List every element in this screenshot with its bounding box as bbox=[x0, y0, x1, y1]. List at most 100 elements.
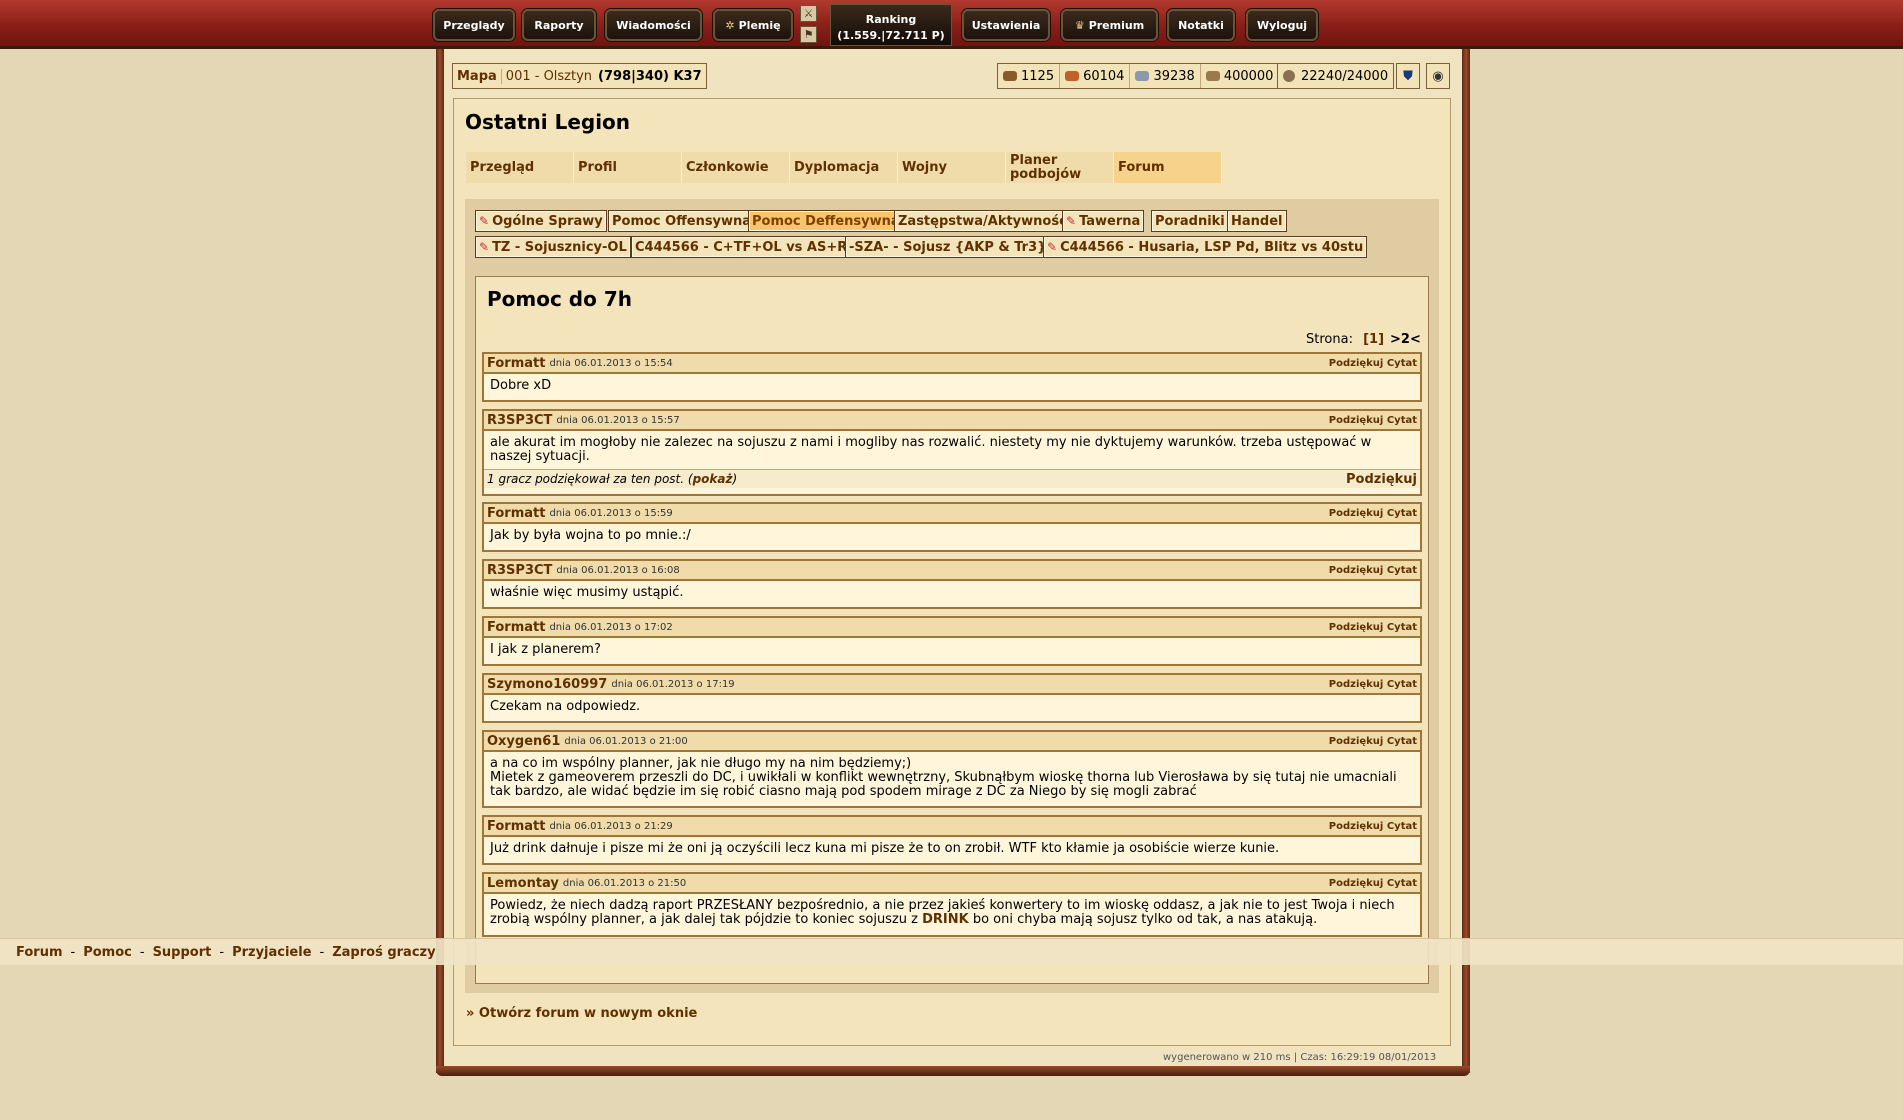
post-actions[interactable]: Podziękuj Cytat bbox=[1329, 358, 1417, 369]
tab-wars[interactable]: Wojny bbox=[898, 152, 1006, 183]
board-tz-allies[interactable]: ✎ TZ - Sojusznicy-OL bbox=[475, 236, 631, 258]
post-line: a na co im wspólny planner, jak nie dług… bbox=[490, 756, 912, 771]
map-link[interactable]: Mapa bbox=[457, 68, 502, 84]
open-forum-new-window-link[interactable]: » Otwórz forum w nowym oknie bbox=[466, 1006, 697, 1021]
footer-help-link[interactable]: Pomoc bbox=[83, 945, 132, 960]
settings-button[interactable]: Ustawienia bbox=[962, 9, 1050, 41]
footer-invite-link[interactable]: Zaproś graczy bbox=[332, 945, 435, 960]
post-body: Powiedz, że niech dadzą raport PRZESŁANY… bbox=[484, 894, 1420, 932]
post-actions[interactable]: Podziękuj Cytat bbox=[1329, 878, 1417, 889]
post-author[interactable]: R3SP3CT bbox=[487, 563, 552, 578]
premium-button[interactable]: ♛ Premium bbox=[1061, 9, 1158, 41]
board-guides[interactable]: Poradniki bbox=[1151, 210, 1229, 232]
post-header: R3SP3CT dnia 06.01.2013 o 15:57 Podziękuj … bbox=[484, 411, 1420, 431]
footer-separator: - bbox=[319, 944, 325, 960]
post-date: dnia 06.01.2013 o 17:19 bbox=[611, 678, 735, 690]
village-coords: (798|340) K37 bbox=[598, 68, 702, 84]
forum-post: Szymono160997 dnia 06.01.2013 o 17:19 Podz… bbox=[482, 673, 1422, 723]
thank-button[interactable]: Podziękuj bbox=[1346, 472, 1417, 487]
post-author[interactable]: Formatt bbox=[487, 620, 545, 635]
pagination: Strona: [1] >2< bbox=[1306, 332, 1421, 347]
tribe-title: Ostatni Legion bbox=[465, 110, 631, 134]
footer-separator: - bbox=[70, 944, 76, 960]
post-header: R3SP3CT dnia 06.01.2013 o 16:08 Podziękuj … bbox=[484, 561, 1420, 581]
overviews-button[interactable]: Przeglądy bbox=[433, 9, 515, 41]
post-header: Formatt dnia 06.01.2013 o 15:59 Podziękuj … bbox=[484, 504, 1420, 524]
reports-button[interactable]: Raporty bbox=[522, 9, 596, 41]
board-label: Tawerna bbox=[1079, 213, 1141, 229]
post-author[interactable]: Lemontay bbox=[487, 876, 559, 891]
board-offensive-help[interactable]: Pomoc Offensywna bbox=[608, 210, 756, 232]
footer-separator: - bbox=[139, 944, 145, 960]
shield-icon[interactable]: ⛊ bbox=[1396, 63, 1420, 89]
board-general[interactable]: ✎ Ogólne Sprawy bbox=[475, 210, 607, 232]
post-author[interactable]: Oxygen61 bbox=[487, 734, 560, 749]
ranking-button[interactable]: Ranking (1.559.|72.711 P) bbox=[830, 4, 952, 46]
post-author[interactable]: Formatt bbox=[487, 506, 545, 521]
tab-diplomacy[interactable]: Dyplomacja bbox=[790, 152, 898, 183]
post-author[interactable]: Formatt bbox=[487, 356, 545, 371]
board-label: Poradniki bbox=[1155, 213, 1225, 229]
board-label: Pomoc Offensywna bbox=[612, 213, 752, 229]
board-label: -SZA- - Sojusz {AKP & Tr3} bbox=[849, 239, 1047, 255]
tab-overview[interactable]: Przegląd bbox=[466, 152, 574, 183]
board-tavern[interactable]: ✎ Tawerna bbox=[1062, 210, 1145, 232]
thread-title: Pomoc do 7h bbox=[487, 287, 632, 311]
post-body: Jak by była wojna to po mnie.:/ bbox=[490, 528, 691, 543]
new-posts-icon: ✎ bbox=[1047, 240, 1058, 254]
farm-icon bbox=[1283, 70, 1295, 82]
board-c444566-a[interactable]: C444566 - C+TF+OL vs AS+R bbox=[631, 236, 852, 258]
messages-button[interactable]: Wiadomości bbox=[605, 9, 702, 41]
post-author[interactable]: Formatt bbox=[487, 819, 545, 834]
footer-support-link[interactable]: Support bbox=[153, 945, 212, 960]
tab-members[interactable]: Członkowie bbox=[682, 152, 790, 183]
notes-button[interactable]: Notatki bbox=[1167, 9, 1235, 41]
tab-conquest-planner[interactable]: Planer podbojów bbox=[1006, 152, 1114, 183]
premium-icon: ♛ bbox=[1074, 18, 1085, 32]
messages-label: Wiadomości bbox=[616, 18, 691, 32]
village-name-link[interactable]: 001 - Olsztyn bbox=[506, 69, 592, 84]
tribe-button[interactable]: ✲ Plemię bbox=[713, 9, 793, 41]
post-line: Mietek z gameoverem przeszli do DC, i uw… bbox=[490, 770, 1397, 799]
forum-post: R3SP3CT dnia 06.01.2013 o 16:08 Podziękuj … bbox=[482, 559, 1422, 609]
post-actions[interactable]: Podziękuj Cytat bbox=[1329, 679, 1417, 690]
post-body: właśnie więc musimy ustąpić. bbox=[490, 585, 684, 600]
post-actions[interactable]: Podziękuj Cytat bbox=[1329, 622, 1417, 633]
settings-label: Ustawienia bbox=[971, 18, 1041, 32]
board-defensive-help[interactable]: Pomoc Deffensywna bbox=[748, 210, 904, 232]
generation-info: wygenerowano w 210 ms | Czas: 16:29:19 0… bbox=[1163, 1052, 1437, 1063]
support-icon[interactable]: ⚑ bbox=[800, 26, 817, 43]
show-thanks-link[interactable]: pokaż bbox=[693, 472, 733, 486]
farm-population: 22240/24000 bbox=[1277, 63, 1395, 89]
tribe-link[interactable]: DRINK bbox=[922, 912, 969, 927]
forum-post: Formatt dnia 06.01.2013 o 21:29 Podziękuj … bbox=[482, 815, 1422, 865]
post-actions[interactable]: Podziękuj Cytat bbox=[1329, 508, 1417, 519]
post-actions[interactable]: Podziękuj Cytat bbox=[1329, 821, 1417, 832]
avatar-icon[interactable]: ◉ bbox=[1426, 63, 1450, 89]
post-author[interactable]: Szymono160997 bbox=[487, 677, 607, 692]
post-thanks-row: 1 gracz podziękował za ten post. (pokaż)… bbox=[484, 469, 1420, 488]
board-label: TZ - Sojusznicy-OL bbox=[492, 239, 627, 255]
board-c444566-b[interactable]: ✎ C444566 - Husaria, LSP Pd, Blitz vs 40s… bbox=[1043, 236, 1368, 258]
post-body: Już drink dałnuje i pisze mi że oni ją o… bbox=[490, 841, 1280, 856]
board-sza[interactable]: -SZA- - Sojusz {AKP & Tr3} bbox=[845, 236, 1051, 258]
tab-profile[interactable]: Profil bbox=[574, 152, 682, 183]
board-trade[interactable]: Handel bbox=[1227, 210, 1287, 232]
farm-amount: 22240/24000 bbox=[1301, 68, 1389, 84]
pager-next-page[interactable]: >2< bbox=[1390, 332, 1421, 347]
post-actions[interactable]: Podziękuj Cytat bbox=[1329, 736, 1417, 747]
footer-friends-link[interactable]: Przyjaciele bbox=[232, 945, 311, 960]
tab-forum[interactable]: Forum bbox=[1114, 152, 1222, 183]
frame-left bbox=[436, 49, 444, 1073]
attack-icon[interactable]: ⚔ bbox=[800, 5, 817, 22]
forum-post: Formatt dnia 06.01.2013 o 15:59 Podziękuj … bbox=[482, 502, 1422, 552]
post-actions[interactable]: Podziękuj Cytat bbox=[1329, 565, 1417, 576]
forum-post: R3SP3CT dnia 06.01.2013 o 15:57 Podziękuj … bbox=[482, 409, 1422, 496]
post-text: bo oni chyba mają sojusz tylko od tak, a… bbox=[968, 912, 1318, 927]
post-actions[interactable]: Podziękuj Cytat bbox=[1329, 415, 1417, 426]
post-date: dnia 06.01.2013 o 16:08 bbox=[556, 564, 680, 576]
logout-button[interactable]: Wyloguj bbox=[1246, 9, 1318, 41]
footer-forum-link[interactable]: Forum bbox=[16, 945, 63, 960]
board-substitution[interactable]: Zastępstwa/Aktywność bbox=[894, 210, 1071, 232]
post-author[interactable]: R3SP3CT bbox=[487, 413, 552, 428]
